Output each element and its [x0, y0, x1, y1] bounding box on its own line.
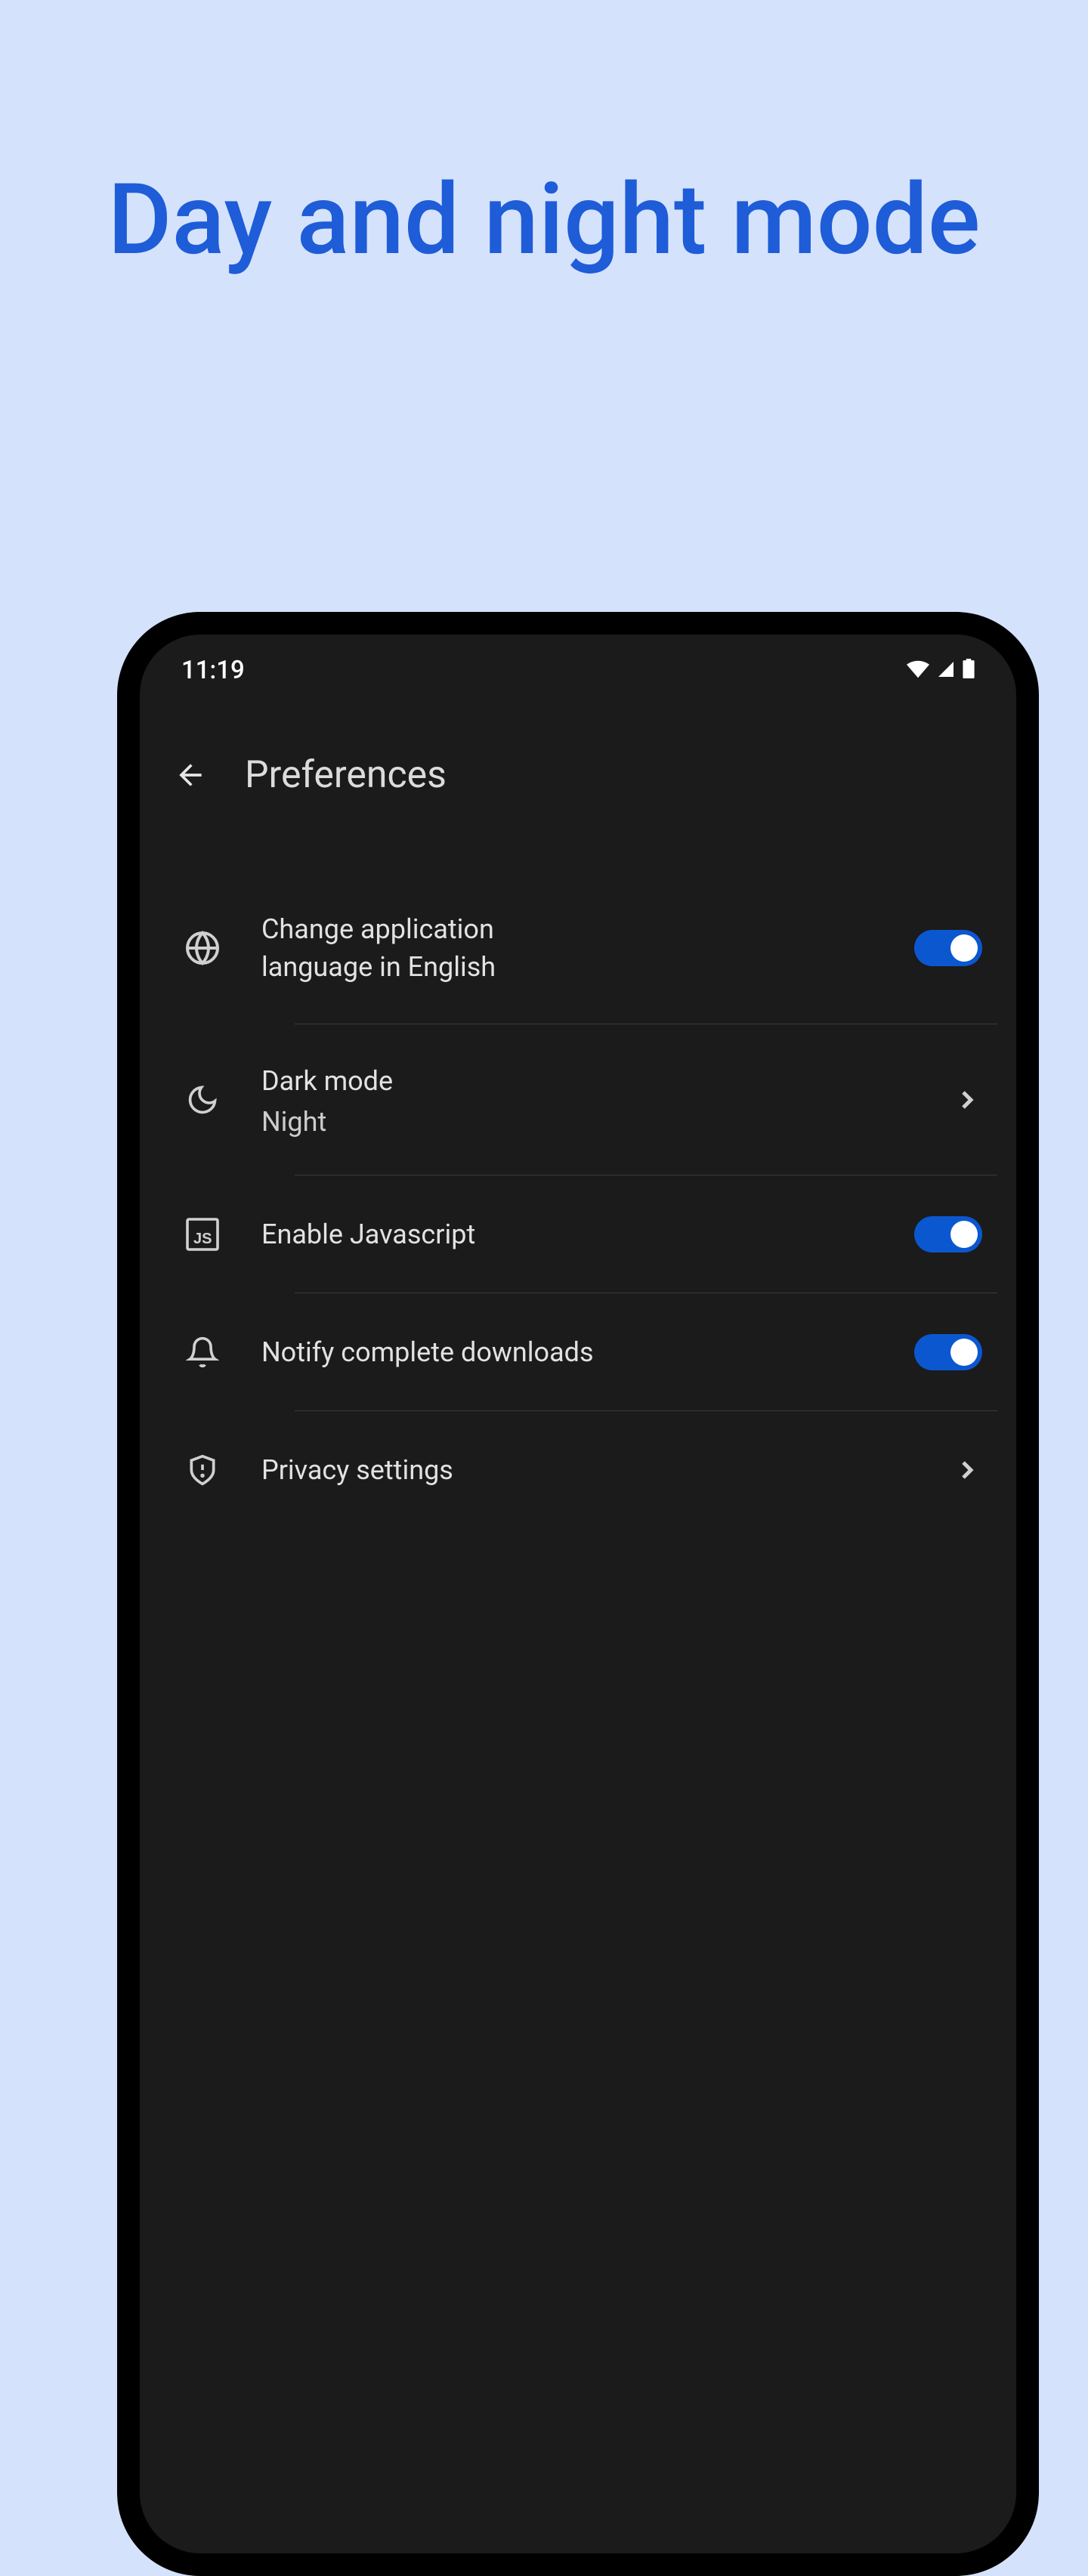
row-text: Notify complete downloads [261, 1333, 876, 1371]
globe-icon [181, 927, 224, 969]
toggle-knob [950, 1339, 978, 1366]
row-action [914, 1334, 982, 1370]
row-action [914, 930, 982, 966]
back-button[interactable] [174, 758, 207, 792]
page-title: Day and night mode [0, 0, 1088, 289]
setting-label: Privacy settings [261, 1451, 914, 1489]
chevron-right-icon [952, 1455, 982, 1485]
javascript-toggle[interactable] [914, 1216, 982, 1252]
phone-screen: 11:19 Preferences [140, 635, 1016, 2553]
wifi-icon [907, 656, 929, 685]
status-icons [907, 656, 975, 685]
status-time: 11:19 [181, 656, 245, 685]
setting-label: Enable Javascript [261, 1215, 876, 1253]
setting-value: Night [261, 1106, 914, 1138]
svg-text:JS: JS [193, 1231, 212, 1247]
status-bar: 11:19 [144, 635, 1012, 685]
setting-row-darkmode[interactable]: Dark mode Night [144, 1024, 1012, 1175]
setting-label: Change application language in English [261, 910, 579, 987]
signal-icon [937, 656, 955, 685]
setting-label: Dark mode [261, 1062, 914, 1100]
js-icon: JS [181, 1213, 224, 1256]
battery-icon [963, 656, 975, 685]
row-text: Change application language in English [261, 910, 876, 987]
row-text: Dark mode Night [261, 1062, 914, 1138]
setting-label: Notify complete downloads [261, 1333, 876, 1371]
row-action [914, 1216, 982, 1252]
setting-row-javascript[interactable]: JS Enable Javascript [144, 1175, 1012, 1293]
row-text: Privacy settings [261, 1451, 914, 1489]
settings-list: Change application language in English D… [144, 827, 1012, 1529]
notify-toggle[interactable] [914, 1334, 982, 1370]
phone-frame: 11:19 Preferences [117, 612, 1039, 2576]
setting-row-notify[interactable]: Notify complete downloads [144, 1293, 1012, 1411]
shield-icon [181, 1449, 224, 1491]
chevron-right-icon [952, 1085, 982, 1115]
row-text: Enable Javascript [261, 1215, 876, 1253]
app-bar: Preferences [144, 685, 1012, 827]
bell-icon [181, 1331, 224, 1373]
language-toggle[interactable] [914, 930, 982, 966]
toggle-knob [950, 934, 978, 962]
screen-title: Preferences [245, 753, 447, 797]
setting-row-privacy[interactable]: Privacy settings [144, 1411, 1012, 1529]
moon-icon [181, 1079, 224, 1121]
toggle-knob [950, 1221, 978, 1248]
setting-row-language[interactable]: Change application language in English [144, 873, 1012, 1024]
